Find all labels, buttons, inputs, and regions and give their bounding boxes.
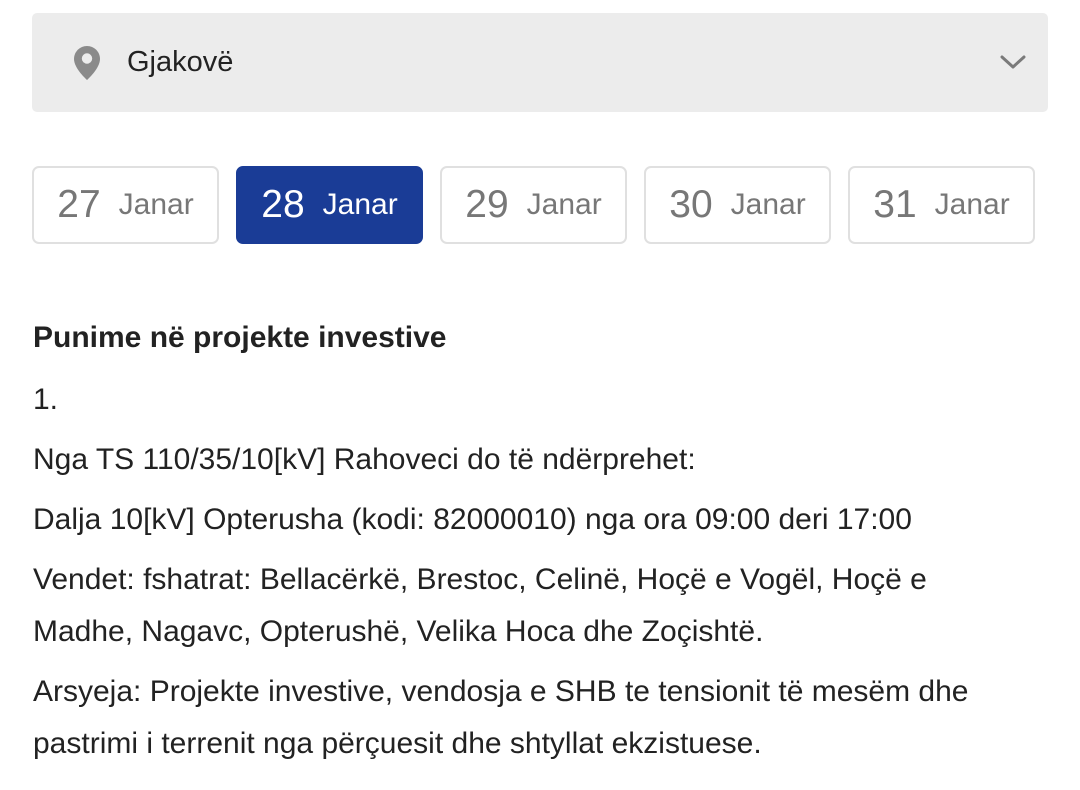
notice-places: Vendet: fshatrat: Bellacërkë, Brestoc, C… — [33, 563, 927, 648]
notice-line: Dalja 10[kV] Opterusha (kodi: 82000010) … — [33, 503, 912, 536]
notice-reason: Arsyeja: Projekte investive, vendosja e … — [33, 675, 969, 760]
notice-source: Nga TS 110/35/10[kV] Rahoveci do të ndër… — [33, 443, 696, 476]
notice-number: 1. — [33, 383, 59, 416]
date-month: Janar — [934, 188, 1010, 221]
map-pin-icon — [74, 46, 100, 80]
notice-title: Punime në projekte investive — [33, 321, 447, 354]
date-tab-28[interactable]: 28 Janar — [236, 166, 423, 244]
date-tab-30[interactable]: 30 Janar — [644, 166, 831, 244]
date-tab-29[interactable]: 29 Janar — [440, 166, 627, 244]
date-day: 27 — [57, 183, 101, 226]
date-day: 30 — [669, 183, 713, 226]
date-day: 28 — [261, 183, 305, 226]
outage-notice: Punime në projekte investive 1. Nga TS 1… — [33, 316, 1033, 778]
date-month: Janar — [526, 188, 602, 221]
location-selected-value: Gjakovë — [127, 46, 234, 78]
chevron-down-icon[interactable] — [999, 52, 1027, 72]
date-tab-31[interactable]: 31 Janar — [848, 166, 1035, 244]
date-month: Janar — [730, 188, 806, 221]
date-month: Janar — [322, 188, 398, 221]
date-day: 31 — [873, 183, 917, 226]
date-tab-27[interactable]: 27 Janar — [32, 166, 219, 244]
date-month: Janar — [118, 188, 194, 221]
date-selector: 27 Janar 28 Janar 29 Janar 30 Janar 31 J… — [32, 166, 1048, 244]
date-day: 29 — [465, 183, 509, 226]
